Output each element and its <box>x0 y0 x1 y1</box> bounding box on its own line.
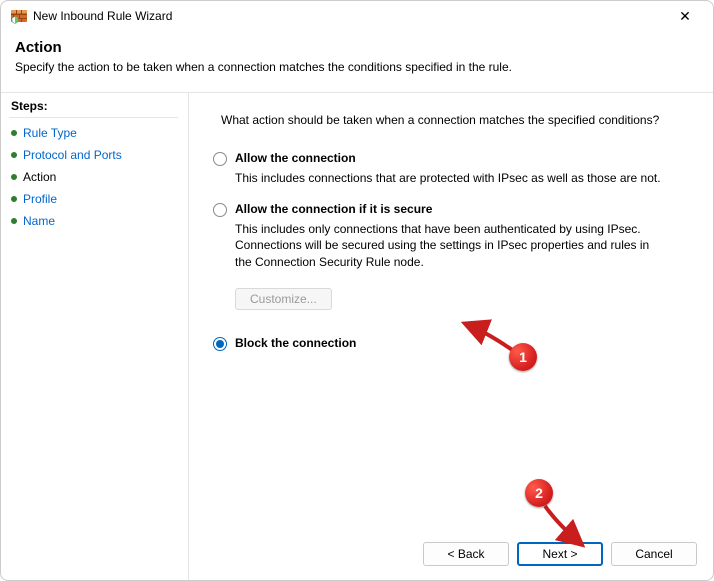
step-profile[interactable]: Profile <box>9 188 178 210</box>
option-block-label: Block the connection <box>235 336 356 350</box>
wizard-body: Steps: Rule Type Protocol and Ports Acti… <box>1 93 713 580</box>
option-allow-secure[interactable]: Allow the connection if it is secure <box>213 202 689 217</box>
step-protocol-and-ports[interactable]: Protocol and Ports <box>9 144 178 166</box>
option-allow-secure-label: Allow the connection if it is secure <box>235 202 432 216</box>
step-label: Action <box>23 170 56 184</box>
radio-allow-secure[interactable] <box>213 203 227 217</box>
step-label: Rule Type <box>23 126 77 140</box>
step-name[interactable]: Name <box>9 210 178 232</box>
step-bullet-icon <box>11 152 17 158</box>
option-allow-description: This includes connections that are prote… <box>235 170 665 186</box>
option-allow-label: Allow the connection <box>235 151 356 165</box>
page-title: Action <box>15 39 699 56</box>
steps-sidebar: Steps: Rule Type Protocol and Ports Acti… <box>1 93 189 580</box>
wizard-header: Action Specify the action to be taken wh… <box>1 31 713 93</box>
radio-block[interactable] <box>213 337 227 351</box>
step-rule-type[interactable]: Rule Type <box>9 122 178 144</box>
steps-label: Steps: <box>9 99 178 118</box>
titlebar: New Inbound Rule Wizard ✕ <box>1 1 713 31</box>
radio-allow[interactable] <box>213 152 227 166</box>
option-block[interactable]: Block the connection <box>213 336 689 351</box>
back-button[interactable]: < Back <box>423 542 509 566</box>
step-bullet-icon <box>11 174 17 180</box>
step-label: Name <box>23 214 55 228</box>
customize-button: Customize... <box>235 288 332 310</box>
wizard-footer: < Back Next > Cancel <box>423 542 697 566</box>
step-label: Profile <box>23 192 57 206</box>
close-button[interactable]: ✕ <box>663 1 707 31</box>
wizard-window: New Inbound Rule Wizard ✕ Action Specify… <box>0 0 714 581</box>
cancel-button[interactable]: Cancel <box>611 542 697 566</box>
next-button[interactable]: Next > <box>517 542 603 566</box>
wizard-content: What action should be taken when a conne… <box>189 93 713 580</box>
step-bullet-icon <box>11 218 17 224</box>
step-label: Protocol and Ports <box>23 148 122 162</box>
content-prompt: What action should be taken when a conne… <box>221 113 689 127</box>
firewall-icon <box>11 8 27 24</box>
step-action[interactable]: Action <box>9 166 178 188</box>
option-allow-secure-description: This includes only connections that have… <box>235 221 665 270</box>
step-bullet-icon <box>11 130 17 136</box>
page-description: Specify the action to be taken when a co… <box>15 60 699 74</box>
close-icon: ✕ <box>679 9 691 23</box>
option-allow[interactable]: Allow the connection <box>213 151 689 166</box>
step-bullet-icon <box>11 196 17 202</box>
annotation-badge-1-text: 1 <box>519 349 527 365</box>
window-title: New Inbound Rule Wizard <box>33 9 663 23</box>
